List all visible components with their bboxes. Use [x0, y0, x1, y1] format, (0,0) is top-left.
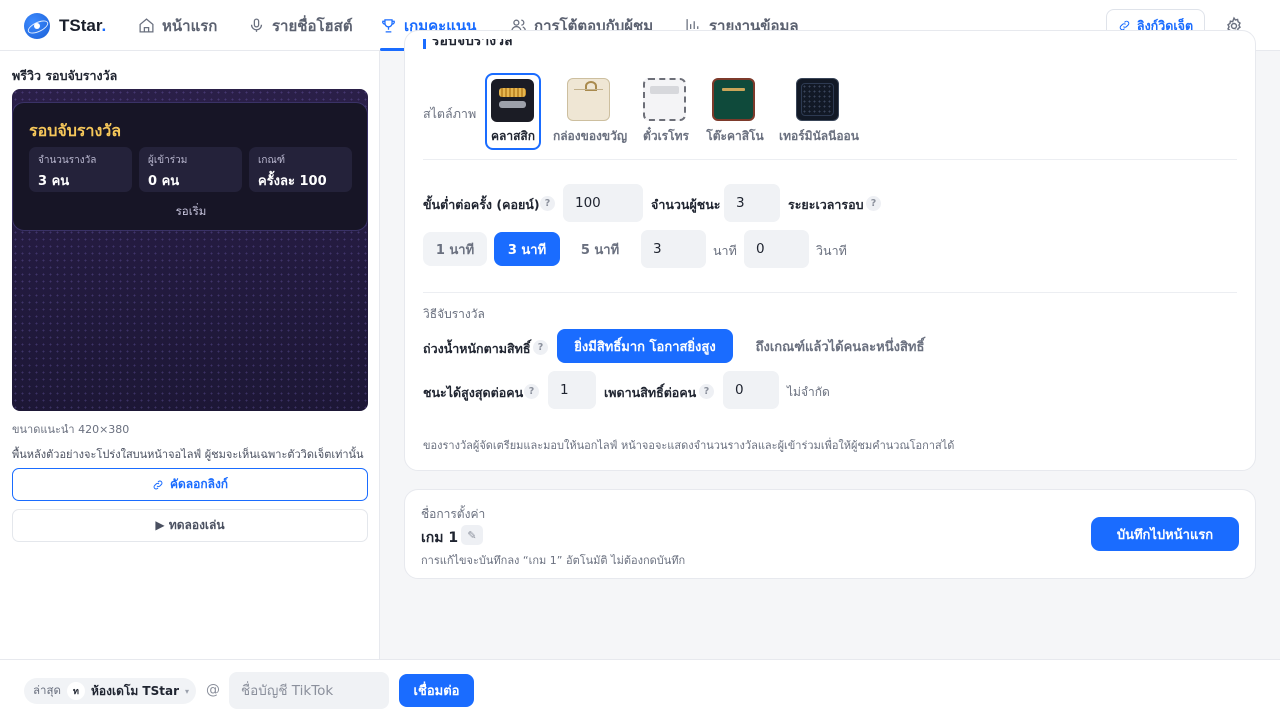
divider	[423, 159, 1237, 160]
style-option-casino-table[interactable]: โต๊ะคาสิโน	[706, 73, 764, 150]
connection-bar: ล่าสุด ท ห้องเดโม TStar ▾ @ เชื่อมต่อ	[0, 659, 1280, 720]
style-name: เทอร์มินัลนีออน	[779, 129, 859, 143]
copy-link-label: คัดลอกลิงก์	[169, 477, 229, 491]
seconds-unit: วินาที	[816, 243, 847, 258]
casino-table-thumbnail	[712, 78, 755, 121]
min-per-time-input[interactable]: 100	[563, 184, 643, 222]
app-logo[interactable]: TStar.	[24, 13, 106, 39]
preview-panel: พรีวิว รอบจับรางวัล รอบจับรางวัล จำนวนรา…	[0, 51, 380, 659]
setting-name-card: ชื่อการตั้งค่า เกม 1 ✎ การแก้ไขจะบันทึกล…	[404, 489, 1256, 579]
link-icon	[153, 480, 163, 489]
planet-logo-icon	[24, 13, 50, 39]
prize-draw-card: รอบจับรางวัล จำนวนรางวัล 3 คน ผู้เข้าร่ว…	[12, 102, 368, 231]
latest-label: ล่าสุด	[33, 683, 61, 697]
help-icon[interactable]: ?	[524, 384, 539, 399]
gift-box-thumbnail	[567, 78, 610, 121]
help-icon[interactable]: ?	[540, 196, 555, 211]
nav-label: รายชื่อโฮสต์	[272, 16, 353, 35]
classic-thumbnail	[491, 79, 534, 122]
draw-method-heading: วิธีจับรางวัล	[423, 307, 485, 321]
chevron-down-icon: ▾	[184, 686, 189, 696]
test-play-label: ▶ ทดลองเล่น	[155, 518, 225, 532]
style-option-gift-box[interactable]: กล่องของขวัญ	[553, 73, 627, 150]
trophy-icon	[382, 19, 395, 33]
help-icon[interactable]: ?	[866, 196, 881, 211]
app-name: TStar.	[59, 16, 107, 35]
prize-tip: ของรางวัลผู้จัดเตรียมและมอบให้นอกไลฟ์ หน…	[423, 439, 955, 452]
minutes-input[interactable]: 3	[641, 230, 706, 268]
minutes-unit: นาที	[713, 243, 737, 258]
help-icon[interactable]: ?	[533, 340, 548, 355]
neon-terminal-thumbnail	[796, 78, 839, 121]
stat-value: 3 คน	[38, 174, 70, 189]
stat-threshold: เกณฑ์ ครั้งละ 100	[249, 147, 352, 192]
save-to-home-button[interactable]: บันทึกไปหน้าแรก	[1091, 517, 1239, 551]
setting-name-label: ชื่อการตั้งค่า	[421, 507, 486, 521]
size-hint: ขนาดแนะนำ 420×380	[12, 423, 130, 436]
prize-draw-settings-card: รอบจับรางวัล สไตล์ภาพ คลาสสิก กล่องของขว…	[404, 30, 1256, 471]
duration-label: ระยะเวลารอบ	[788, 197, 864, 212]
test-play-button[interactable]: ▶ ทดลองเล่น	[12, 509, 368, 542]
style-option-neon-terminal[interactable]: เทอร์มินัลนีออน	[779, 73, 859, 150]
background-hint: พื้นหลังตัวอย่างจะโปร่งใสบนหน้าจอไลฟ์ ผู…	[12, 448, 364, 461]
stat-label: เกณฑ์	[258, 155, 286, 166]
style-label: สไตล์ภาพ	[423, 106, 477, 121]
duration-preset-5min[interactable]: 5 นาที	[567, 232, 633, 266]
pencil-icon: ✎	[467, 528, 477, 542]
winners-input[interactable]: 3	[724, 184, 780, 222]
home-icon	[139, 18, 154, 33]
at-sign: @	[206, 682, 220, 698]
retro-ticket-thumbnail	[643, 78, 686, 121]
seconds-input[interactable]: 0	[744, 230, 809, 268]
nav-item-home[interactable]: หน้าแรก	[138, 0, 217, 51]
max-wins-input[interactable]: 1	[548, 371, 596, 409]
copy-link-button[interactable]: คัดลอกลิงก์	[12, 468, 368, 501]
stat-value: ครั้งละ 100	[258, 174, 327, 189]
winners-label: จำนวนผู้ชนะ	[651, 197, 721, 212]
nav-item-hosts[interactable]: รายชื่อโฮสต์	[248, 0, 353, 51]
duration-preset-3min[interactable]: 3 นาที	[494, 232, 560, 266]
room-name: ห้องเดโม TStar	[91, 683, 179, 698]
divider	[423, 292, 1237, 293]
min-per-time-label: ขั้นต่ำต่อครั้ง (คอยน์)	[423, 197, 540, 212]
help-icon[interactable]: ?	[699, 384, 714, 399]
entries-cap-hint: ไม่จำกัด	[787, 385, 830, 399]
style-option-classic[interactable]: คลาสสิก	[485, 73, 541, 150]
nav-label: หน้าแรก	[162, 16, 218, 35]
entries-cap-label: เพดานสิทธิ์ต่อคน	[604, 385, 697, 400]
stat-value: 0 คน	[148, 174, 180, 189]
stat-label: ผู้เข้าร่วม	[148, 155, 188, 166]
edit-name-button[interactable]: ✎	[461, 525, 483, 545]
widget-preview: รอบจับรางวัล จำนวนรางวัล 3 คน ผู้เข้าร่ว…	[12, 89, 368, 411]
setting-name: เกม 1	[421, 530, 459, 546]
weight-option-by-entries[interactable]: ยิ่งมีสิทธิ์มาก โอกาสยิ่งสูง	[557, 329, 733, 363]
weighting-label: ถ่วงน้ำหนักตามสิทธิ์	[423, 341, 531, 356]
room-avatar: ท	[67, 682, 85, 700]
style-name: โต๊ะคาสิโน	[706, 129, 764, 143]
tiktok-account-input[interactable]	[229, 672, 389, 709]
style-option-retro-ticket[interactable]: ตั๋วเรโทร	[638, 73, 694, 150]
weight-option-one-per-person[interactable]: ถึงเกณฑ์แล้วได้คนละหนึ่งสิทธิ์	[745, 329, 935, 363]
microphone-icon	[250, 18, 263, 32]
autosave-note: การแก้ไขจะบันทึกลง “เกม 1” อัตโนมัติ ไม่…	[421, 554, 686, 567]
duration-preset-1min[interactable]: 1 นาที	[423, 232, 487, 266]
stat-prize-count: จำนวนรางวัล 3 คน	[29, 147, 132, 192]
max-wins-label: ชนะได้สูงสุดต่อคน	[423, 385, 524, 400]
entries-cap-input[interactable]: 0	[723, 371, 779, 409]
section-title: รอบจับรางวัล	[423, 39, 513, 52]
room-selector[interactable]: ล่าสุด ท ห้องเดโม TStar ▾	[24, 678, 196, 704]
preview-title: พรีวิว รอบจับรางวัล	[12, 68, 118, 83]
prize-status: รอเริ่ม	[175, 204, 207, 218]
stat-participants: ผู้เข้าร่วม 0 คน	[139, 147, 242, 192]
stat-label: จำนวนรางวัล	[38, 155, 97, 166]
prize-card-title: รอบจับรางวัล	[29, 121, 122, 140]
connect-button[interactable]: เชื่อมต่อ	[399, 674, 474, 707]
